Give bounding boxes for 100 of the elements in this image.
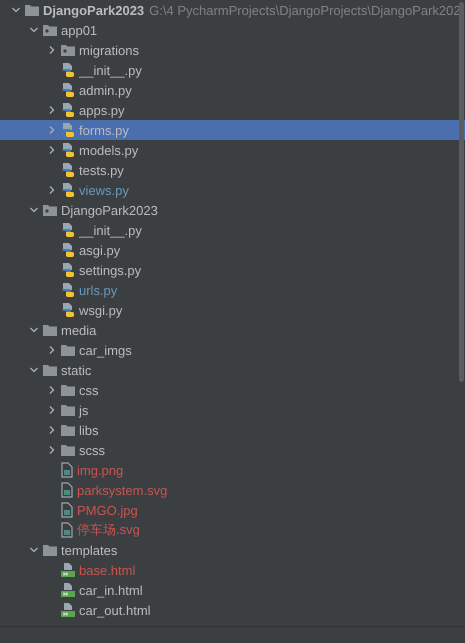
file-name: car_imgs — [79, 342, 132, 358]
file-name: js — [79, 402, 88, 418]
tree-row[interactable]: settings.py — [0, 260, 465, 280]
python-file-icon — [60, 142, 76, 158]
file-name: parksystem.svg — [77, 482, 168, 498]
image-file-icon — [60, 482, 74, 498]
tree-row[interactable]: app01 — [0, 20, 465, 40]
tree-row[interactable]: __init__.py — [0, 60, 465, 80]
tree-row[interactable]: car_out.html — [0, 600, 465, 620]
chevron-down-icon[interactable] — [29, 25, 39, 35]
file-name: admin.py — [79, 82, 132, 98]
chevron-down-icon[interactable] — [29, 325, 39, 335]
file-name: settings.py — [79, 262, 142, 278]
chevron-right-icon[interactable] — [47, 345, 57, 355]
python-file-icon — [60, 302, 76, 318]
folder-icon — [42, 543, 58, 557]
python-file-icon — [60, 62, 76, 78]
file-name: app01 — [61, 22, 98, 38]
file-name: libs — [79, 422, 99, 438]
file-name: templates — [61, 542, 118, 558]
python-file-icon — [60, 162, 76, 178]
python-file-icon — [60, 102, 76, 118]
file-name: __init__.py — [79, 62, 142, 78]
tree-row[interactable]: asgi.py — [0, 240, 465, 260]
chevron-right-icon[interactable] — [47, 145, 57, 155]
html-file-icon — [60, 582, 76, 598]
image-file-icon — [60, 462, 74, 478]
tree-row[interactable]: css — [0, 380, 465, 400]
folder-icon — [60, 343, 76, 357]
tree-row[interactable]: DjangoPark2023 G:\4 PycharmProjects\DjangoProjects\DjangoPark202 — [0, 0, 465, 20]
file-name: scss — [79, 442, 105, 458]
tree-row[interactable]: __init__.py — [0, 220, 465, 240]
tree-row[interactable]: js — [0, 400, 465, 420]
chevron-right-icon[interactable] — [47, 385, 57, 395]
folder-icon — [60, 443, 76, 457]
python-file-icon — [60, 282, 76, 298]
file-name: 停车场.svg — [77, 521, 140, 539]
chevron-down-icon[interactable] — [29, 545, 39, 555]
tree-row[interactable]: apps.py — [0, 100, 465, 120]
tree-row[interactable]: migrations — [0, 40, 465, 60]
folder-icon — [60, 403, 76, 417]
chevron-right-icon[interactable] — [47, 405, 57, 415]
html-file-icon — [60, 602, 76, 618]
folder-icon — [42, 323, 58, 337]
file-name: apps.py — [79, 102, 125, 118]
file-name: DjangoPark2023 — [61, 202, 158, 218]
file-name: views.py — [79, 182, 129, 198]
file-name: css — [79, 382, 98, 398]
file-name: wsgi.py — [79, 302, 122, 318]
chevron-down-icon[interactable] — [11, 5, 21, 15]
html-file-icon — [60, 562, 76, 578]
folder-icon — [24, 3, 40, 17]
chevron-right-icon[interactable] — [47, 445, 57, 455]
file-name: migrations — [79, 42, 139, 58]
file-name: tests.py — [79, 162, 124, 178]
file-name: media — [61, 322, 96, 338]
tree-row[interactable]: media — [0, 320, 465, 340]
file-name: img.png — [77, 462, 124, 478]
project-path: G:\4 PycharmProjects\DjangoProjects\DjangoPark202 — [149, 2, 461, 18]
tree-row[interactable]: scss — [0, 440, 465, 460]
folder-icon — [42, 203, 58, 217]
python-file-icon — [60, 222, 76, 238]
tree-row[interactable]: tests.py — [0, 160, 465, 180]
tree-row[interactable]: libs — [0, 420, 465, 440]
file-name: __init__.py — [79, 222, 142, 238]
tree-row[interactable]: models.py — [0, 140, 465, 160]
tree-row[interactable]: urls.py — [0, 280, 465, 300]
file-name: car_in.html — [79, 582, 143, 598]
folder-icon — [42, 363, 58, 377]
tree-row[interactable]: wsgi.py — [0, 300, 465, 320]
python-file-icon — [60, 262, 76, 278]
file-name: static — [61, 362, 92, 378]
chevron-right-icon[interactable] — [47, 45, 57, 55]
tree-row[interactable]: templates — [0, 540, 465, 560]
chevron-down-icon[interactable] — [29, 205, 39, 215]
chevron-down-icon[interactable] — [29, 365, 39, 375]
chevron-right-icon[interactable] — [47, 105, 57, 115]
file-name: urls.py — [79, 282, 118, 298]
folder-icon — [60, 383, 76, 397]
tree-row[interactable]: DjangoPark2023 — [0, 200, 465, 220]
tree-row[interactable]: car_in.html — [0, 580, 465, 600]
tree-row[interactable]: static — [0, 360, 465, 380]
file-name: forms.py — [79, 122, 129, 138]
image-file-icon — [60, 522, 74, 538]
file-name: PMGO.jpg — [77, 502, 138, 518]
scrollbar[interactable] — [459, 2, 464, 382]
chevron-right-icon[interactable] — [47, 425, 57, 435]
chevron-right-icon[interactable] — [47, 185, 57, 195]
file-name: models.py — [79, 142, 138, 158]
folder-icon — [60, 423, 76, 437]
tree-row[interactable]: views.py — [0, 180, 465, 200]
image-file-icon — [60, 502, 74, 518]
tree-row[interactable]: car_imgs — [0, 340, 465, 360]
python-file-icon — [60, 82, 76, 98]
python-file-icon — [60, 242, 76, 258]
python-file-icon — [60, 122, 76, 138]
file-name: base.html — [79, 562, 136, 578]
file-name: DjangoPark2023 — [43, 2, 144, 18]
tree-row[interactable]: admin.py — [0, 80, 465, 100]
python-file-icon — [60, 182, 76, 198]
